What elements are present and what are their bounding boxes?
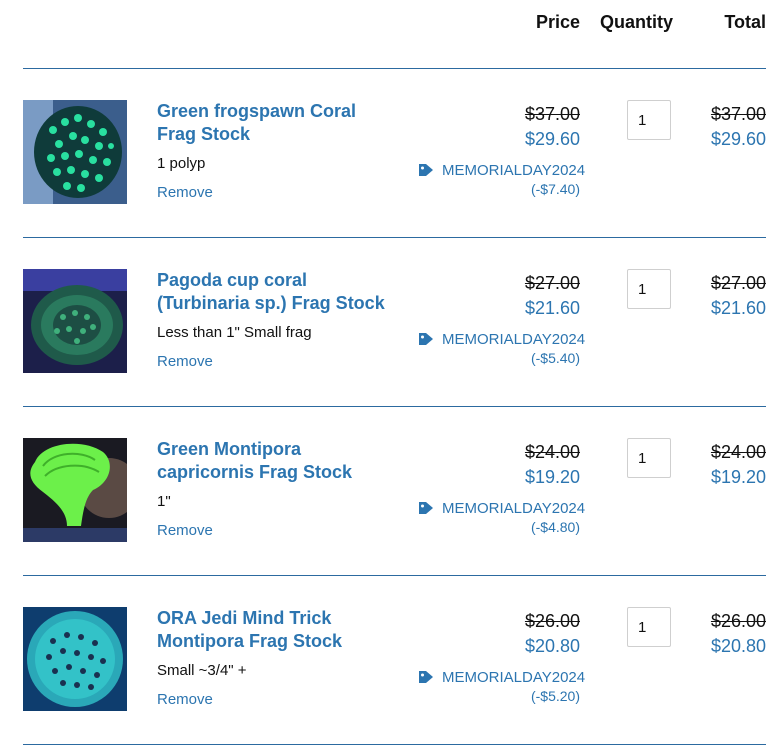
- cart-item: Green Montipora capricornis Frag Stock 1…: [0, 438, 773, 548]
- variant-label: 1 polyp: [157, 155, 206, 172]
- discount-code-text: MEMORIALDAY2024: [442, 669, 586, 686]
- price-column-header: Price: [535, 12, 580, 32]
- total-original: $26.00: [710, 611, 766, 631]
- original-price: $26.00: [524, 611, 580, 631]
- pagoda-coral-photo[interactable]: [23, 269, 127, 373]
- remove-link[interactable]: Remove: [157, 522, 213, 539]
- discount-code-text: MEMORIALDAY2024: [442, 162, 586, 179]
- discount-amount: (-$5.40): [530, 350, 580, 366]
- total-column-header: Total: [724, 12, 766, 32]
- sale-price: $20.80: [524, 636, 580, 656]
- total-original: $37.00: [710, 104, 766, 124]
- original-price: $27.00: [524, 273, 580, 293]
- cart-item: Pagoda cup coral (Turbinaria sp.) Frag S…: [0, 269, 773, 379]
- variant-label: 1": [157, 493, 171, 510]
- sale-price: $21.60: [524, 298, 580, 318]
- total-sale: $21.60: [710, 298, 766, 318]
- total-sale: $19.20: [710, 467, 766, 487]
- divider: [23, 744, 766, 745]
- total-original: $24.00: [710, 442, 766, 462]
- cart-item: ORA Jedi Mind Trick Montipora Frag Stock…: [0, 607, 773, 717]
- sale-price: $19.20: [524, 467, 580, 487]
- quantity-input[interactable]: [627, 269, 671, 309]
- discount-code: MEMORIALDAY2024: [418, 162, 585, 181]
- product-title-link[interactable]: Green Montipora capricornis Frag Stock: [157, 438, 397, 484]
- discount-code-text: MEMORIALDAY2024: [442, 500, 586, 517]
- tag-icon: [418, 163, 434, 181]
- divider: [23, 68, 766, 69]
- variant-label: Less than 1" Small frag: [157, 324, 312, 341]
- quantity-column-header: Quantity: [600, 12, 674, 32]
- discount-code: MEMORIALDAY2024: [418, 331, 585, 350]
- discount-code: MEMORIALDAY2024: [418, 500, 585, 519]
- sale-price: $29.60: [524, 129, 580, 149]
- quantity-input[interactable]: [627, 607, 671, 647]
- tag-icon: [418, 332, 434, 350]
- product-title-link[interactable]: ORA Jedi Mind Trick Montipora Frag Stock: [157, 607, 397, 653]
- remove-link[interactable]: Remove: [157, 691, 213, 708]
- jedi-mind-trick-photo[interactable]: [23, 607, 127, 711]
- quantity-input[interactable]: [627, 100, 671, 140]
- product-title-link[interactable]: Pagoda cup coral (Turbinaria sp.) Frag S…: [157, 269, 397, 315]
- original-price: $24.00: [524, 442, 580, 462]
- montipora-capricornis-photo[interactable]: [23, 438, 127, 542]
- total-original: $27.00: [710, 273, 766, 293]
- tag-icon: [418, 670, 434, 688]
- total-sale: $29.60: [710, 129, 766, 149]
- original-price: $37.00: [524, 104, 580, 124]
- tag-icon: [418, 501, 434, 519]
- divider: [23, 237, 766, 238]
- divider: [23, 575, 766, 576]
- product-title-link[interactable]: Green frogspawn Coral Frag Stock: [157, 100, 397, 146]
- discount-amount: (-$7.40): [530, 181, 580, 197]
- quantity-input[interactable]: [627, 438, 671, 478]
- discount-code-text: MEMORIALDAY2024: [442, 331, 586, 348]
- discount-code: MEMORIALDAY2024: [418, 669, 585, 688]
- variant-label: Small ~3/4" +: [157, 662, 247, 679]
- remove-link[interactable]: Remove: [157, 184, 213, 201]
- divider: [23, 406, 766, 407]
- discount-amount: (-$5.20): [530, 688, 580, 704]
- remove-link[interactable]: Remove: [157, 353, 213, 370]
- total-sale: $20.80: [710, 636, 766, 656]
- cart-item: Green frogspawn Coral Frag Stock 1 polyp…: [0, 100, 773, 210]
- discount-amount: (-$4.80): [530, 519, 580, 535]
- frogspawn-coral-photo[interactable]: [23, 100, 127, 204]
